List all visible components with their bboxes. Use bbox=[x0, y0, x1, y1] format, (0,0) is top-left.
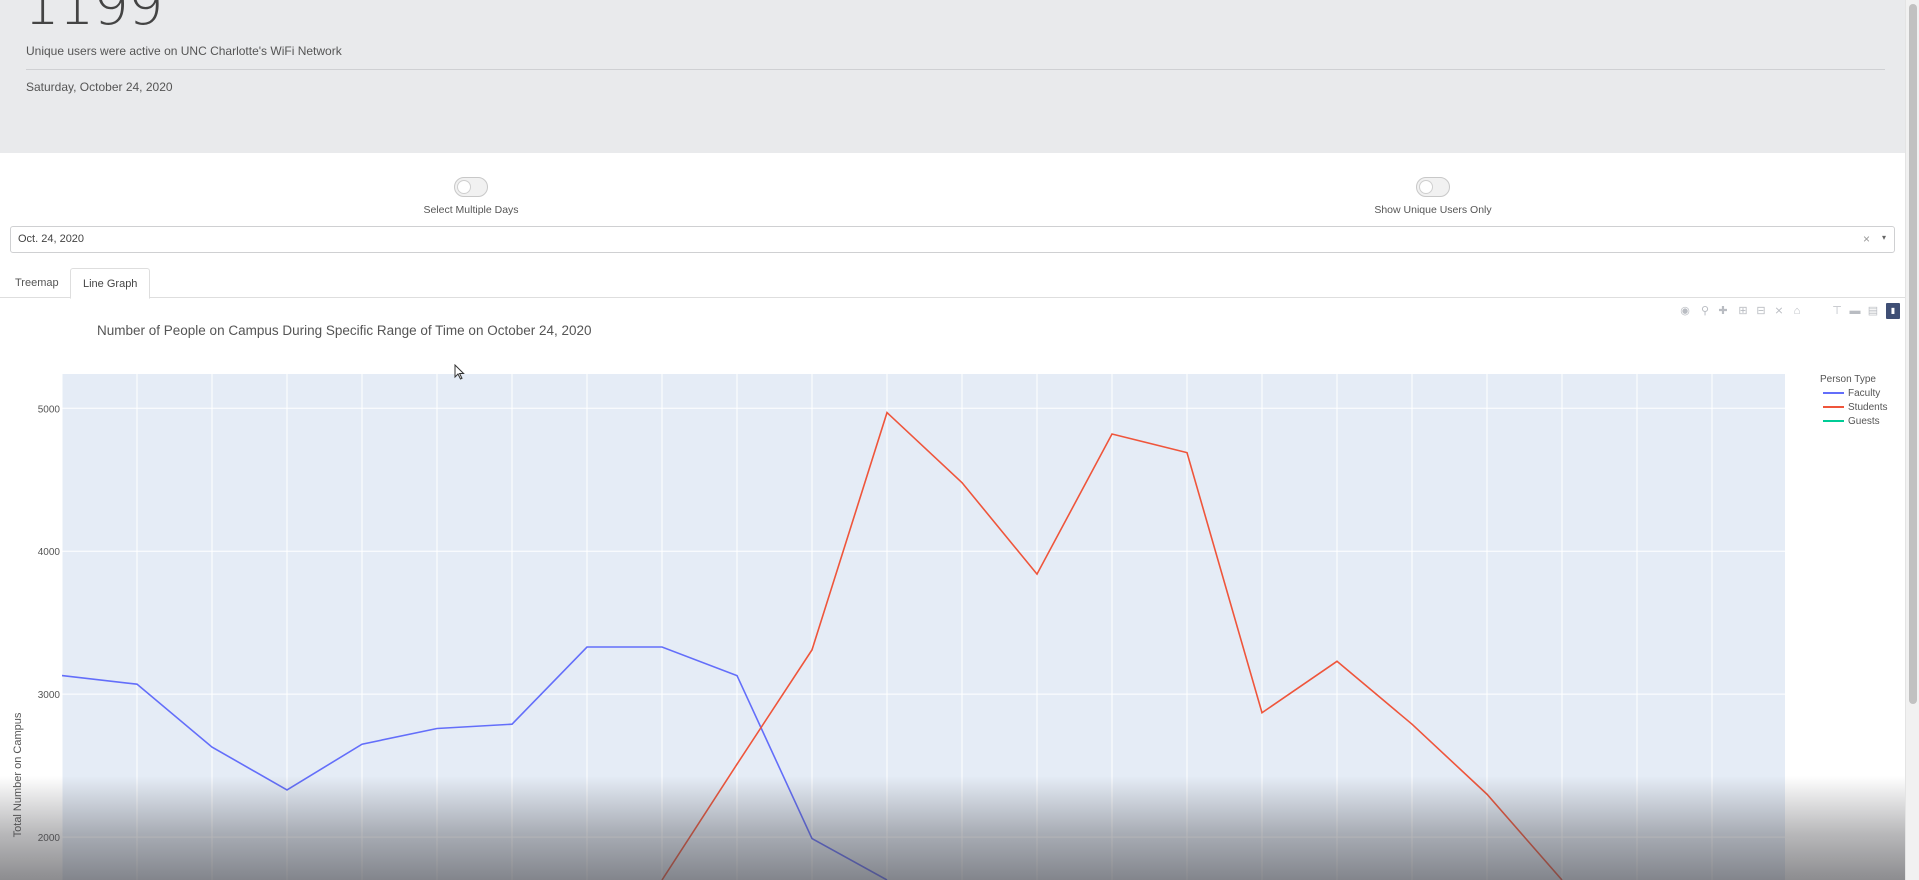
select-multiple-days-toggle[interactable] bbox=[454, 177, 488, 197]
legend-item-students: Students bbox=[1848, 402, 1887, 413]
unique-users-count: 1199 bbox=[24, 0, 164, 38]
select-multiple-days-group: Select Multiple Days bbox=[391, 177, 551, 216]
show-unique-users-group: Show Unique Users Only bbox=[1353, 177, 1513, 216]
chevron-down-icon[interactable]: ▾ bbox=[1882, 233, 1886, 242]
legend-title: Person Type bbox=[1820, 374, 1876, 385]
select-multiple-days-label: Select Multiple Days bbox=[423, 204, 519, 216]
summary-banner: 1199 Unique users were active on UNC Cha… bbox=[0, 0, 1905, 153]
line-graph-panel: Number of People on Campus During Specif… bbox=[0, 310, 1905, 880]
legend-item-faculty: Faculty bbox=[1848, 388, 1880, 399]
y-tick-label: 4000 bbox=[38, 547, 61, 558]
page-scrollbar[interactable] bbox=[1905, 0, 1919, 880]
y-tick-label: 5000 bbox=[38, 404, 61, 415]
view-tabs: Treemap Line Graph bbox=[0, 268, 1905, 299]
page-scrollbar-thumb[interactable] bbox=[1909, 4, 1917, 704]
y-tick-label: 2000 bbox=[38, 833, 61, 844]
chart-title: Number of People on Campus During Specif… bbox=[97, 323, 592, 338]
show-unique-users-toggle[interactable] bbox=[1416, 177, 1450, 197]
tab-line-graph[interactable]: Line Graph bbox=[70, 268, 151, 299]
date-dropdown-value: Oct. 24, 2020 bbox=[18, 233, 85, 245]
show-unique-users-label: Show Unique Users Only bbox=[1374, 204, 1492, 216]
mouse-cursor-icon bbox=[454, 364, 465, 380]
toggle-knob bbox=[1419, 180, 1433, 194]
tab-treemap[interactable]: Treemap bbox=[3, 268, 71, 298]
y-axis-label: Total Number on Campus bbox=[12, 712, 24, 837]
date-dropdown[interactable]: Oct. 24, 2020 × ▾ bbox=[10, 226, 1895, 253]
banner-divider bbox=[26, 69, 1885, 70]
legend-item-guests: Guests bbox=[1848, 416, 1880, 427]
toggle-knob bbox=[457, 180, 471, 194]
y-tick-label: 3000 bbox=[38, 690, 61, 701]
clear-icon[interactable]: × bbox=[1863, 232, 1870, 246]
line-chart[interactable]: Number of People on Campus During Specif… bbox=[0, 310, 1905, 880]
banner-date: Saturday, October 24, 2020 bbox=[26, 80, 173, 94]
unique-users-description: Unique users were active on UNC Charlott… bbox=[26, 44, 342, 58]
plot-area bbox=[62, 374, 1785, 880]
